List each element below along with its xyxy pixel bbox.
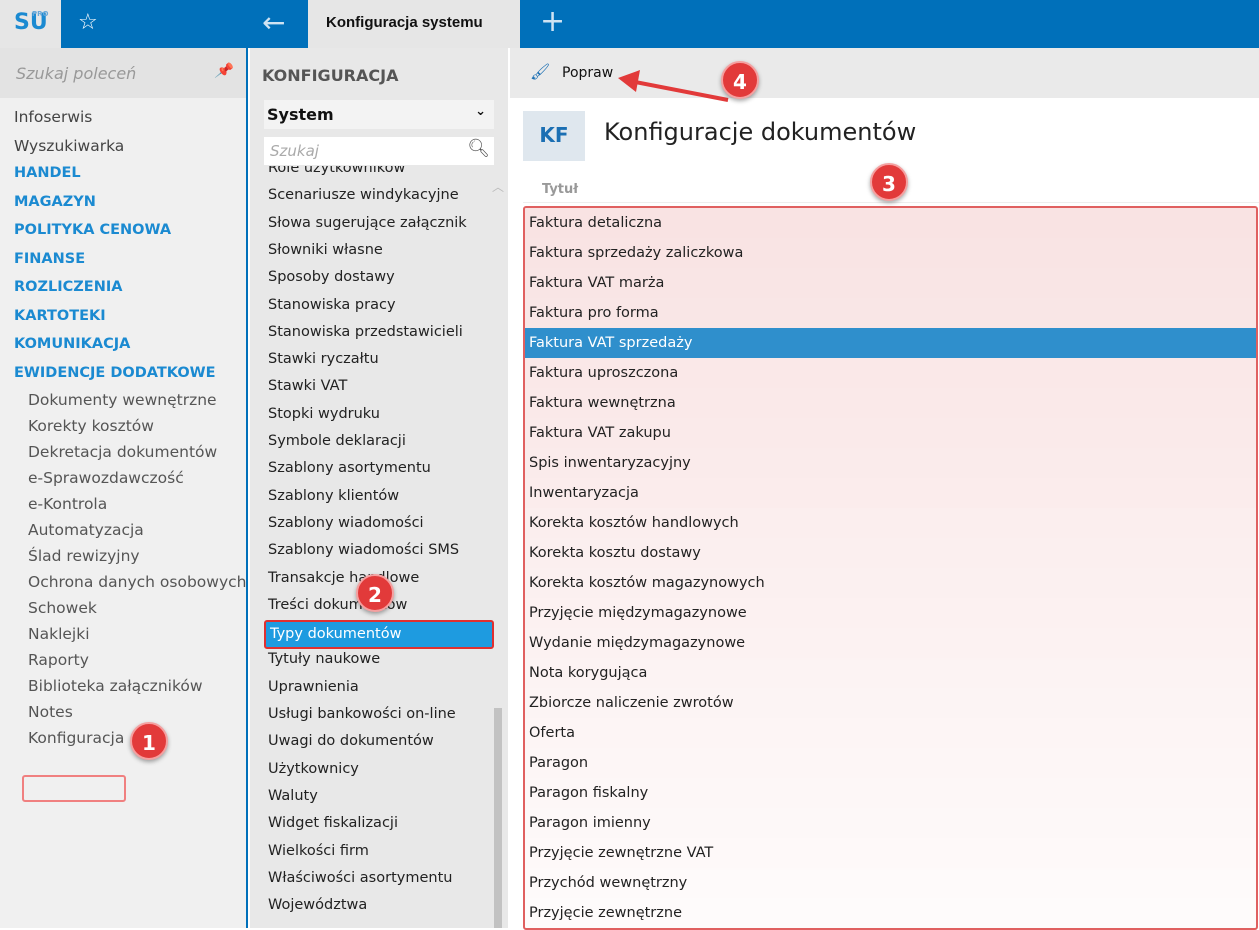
annotation-badge-1: 1 [130,722,168,760]
annotation-badge-2: 2 [356,574,394,612]
annotation-badge-4: 4 [721,61,759,99]
annotation-badge-3: 3 [870,163,908,201]
annotation-arrow [618,70,729,102]
